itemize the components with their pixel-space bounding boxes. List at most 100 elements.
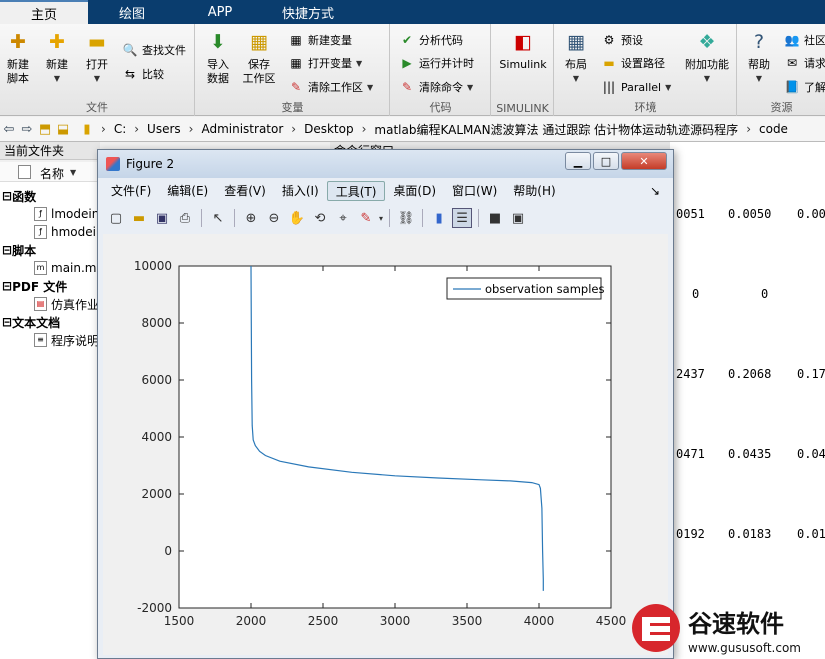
zoom-in-icon[interactable]: ⊕ [241, 208, 261, 228]
maximize-button[interactable]: □ [593, 152, 619, 170]
pan-hand-icon[interactable]: ✋ [287, 208, 307, 228]
breadcrumb-code[interactable]: code [756, 122, 791, 136]
breadcrumb-administrator[interactable]: Administrator [198, 122, 286, 136]
open-file-icon[interactable]: ▬ [129, 208, 149, 228]
show-plot-tools-icon[interactable]: ▣ [508, 208, 528, 228]
sort-down-icon[interactable]: ▼ [70, 168, 76, 177]
parallel-icon: ||| [602, 80, 616, 94]
figure-window[interactable]: Figure 2 ▁ □ ✕ 文件(F) 编辑(E) 查看(V) 插入(I) 工… [97, 149, 674, 659]
pointer-icon[interactable]: ↖ [208, 208, 228, 228]
list-item[interactable]: ▤ 仿真作业 [34, 295, 99, 313]
tab-apps[interactable]: APP [176, 0, 264, 24]
x-tick-label: 1500 [164, 614, 195, 628]
forward-arrow-icon[interactable]: ⇨ [18, 122, 36, 137]
link-plot-icon[interactable]: ⛓ [396, 208, 416, 228]
figure-titlebar[interactable]: Figure 2 ▁ □ ✕ [98, 150, 673, 178]
find-files-button[interactable]: 🔍 查找文件 [122, 42, 186, 58]
dock-arrow-icon[interactable]: ↘ [642, 181, 668, 201]
set-path-button[interactable]: ▬ 设置路径 [601, 55, 665, 71]
request-support-button[interactable]: ✉ 请求 [784, 55, 825, 71]
simulink-button[interactable]: ◧ Simulink [498, 30, 548, 72]
category-text-docs[interactable]: ⊟ 文本文档 [2, 313, 60, 331]
parallel-button[interactable]: ||| Parallel ▼ [601, 79, 671, 95]
legend-icon[interactable]: ☰ [452, 208, 473, 228]
clear-workspace-button[interactable]: ✎ 清除工作区 ▼ [288, 79, 373, 95]
menu-desktop[interactable]: 桌面(D) [385, 181, 444, 201]
collapse-icon[interactable]: ⊟ [2, 279, 12, 293]
layout-button[interactable]: ▦ 布局 ▼ [561, 30, 591, 86]
close-icon: ✕ [639, 154, 649, 168]
category-scripts[interactable]: ⊟ 脚本 [2, 241, 36, 259]
back-arrow-icon[interactable]: ⇦ [0, 122, 18, 137]
x-tick-label: 2000 [236, 614, 267, 628]
menu-help[interactable]: 帮助(H) [505, 181, 563, 201]
line-chart[interactable]: 1500 2000 2500 3000 3500 4000 4500 -2000 0 2000 40… [103, 234, 668, 655]
category-functions[interactable]: ⊟ 函数 [2, 187, 36, 205]
clear-commands-button[interactable]: ✎ 清除命令 ▼ [399, 79, 473, 95]
up-folder-icon[interactable]: ⬒ [36, 122, 54, 137]
new-variable-icon: ▦ [290, 33, 302, 47]
colorbar-icon[interactable]: ▮ [429, 208, 449, 228]
import-data-button[interactable]: ⬇ 导入 数据 [202, 30, 234, 86]
print-icon[interactable]: ⎙ [175, 208, 195, 228]
data-cursor-icon[interactable]: ⌖ [333, 208, 353, 228]
close-button[interactable]: ✕ [621, 152, 667, 170]
list-item[interactable]: ƒ hmodei [34, 223, 96, 241]
collapse-icon[interactable]: ⊟ [2, 189, 12, 203]
brush-icon[interactable]: ✎ [356, 208, 376, 228]
menu-window[interactable]: 窗口(W) [444, 181, 505, 201]
minimize-button[interactable]: ▁ [565, 152, 591, 170]
hide-plot-tools-icon[interactable]: ■ [485, 208, 505, 228]
menu-file[interactable]: 文件(F) [103, 181, 159, 201]
folder-icon: ▮ [83, 121, 91, 137]
community-button[interactable]: 👥 社区 [784, 32, 825, 48]
breadcrumb-project[interactable]: matlab编程KALMAN滤波算法 通过跟踪 估计物体运动轨迹源码程序 [371, 121, 741, 138]
category-pdf[interactable]: ⊟ PDF 文件 [2, 277, 67, 295]
chevron-down-icon: ▼ [703, 74, 711, 83]
chevron-down-icon: ▼ [467, 82, 474, 92]
tab-plots[interactable]: 绘图 [88, 0, 176, 24]
collapse-icon[interactable]: ⊟ [2, 315, 12, 329]
menu-insert[interactable]: 插入(I) [274, 181, 327, 201]
new-script-button[interactable]: ✚ 新建 脚本 [4, 30, 32, 86]
chevron-down-icon[interactable]: ▾ [379, 214, 383, 223]
menu-view[interactable]: 查看(V) [216, 181, 274, 201]
toolbar-separator [389, 209, 391, 227]
new-variable-button[interactable]: ▦ 新建变量 [288, 32, 352, 48]
run-and-time-button[interactable]: ▶ 运行并计时 [399, 55, 474, 71]
address-bar[interactable]: ⇦ ⇨ ⬒ ⬓ ▮ › C: › Users › Administrator › De… [0, 117, 825, 142]
menu-tools[interactable]: 工具(T) [326, 181, 386, 201]
breadcrumb-drive[interactable]: C: [111, 122, 129, 136]
list-item[interactable]: m main.m [34, 259, 97, 277]
chevron-down-icon: ▼ [665, 82, 672, 92]
zoom-out-icon[interactable]: ⊖ [264, 208, 284, 228]
tab-home[interactable]: 主页 [0, 0, 88, 24]
learn-button[interactable]: 📘 了解 [784, 79, 825, 95]
list-item[interactable]: ≡ 程序说明 [34, 331, 99, 349]
rotate-3d-icon[interactable]: ⟲ [310, 208, 330, 228]
tab-shortcuts[interactable]: 快捷方式 [264, 0, 352, 24]
help-button[interactable]: ? 帮助 ▼ [742, 30, 776, 86]
breadcrumb-users[interactable]: Users [144, 122, 184, 136]
breadcrumb-desktop[interactable]: Desktop [301, 122, 357, 136]
save-icon[interactable]: ▣ [152, 208, 172, 228]
new-figure-icon[interactable]: ▢ [106, 208, 126, 228]
collapse-icon[interactable]: ⊟ [2, 243, 12, 257]
addons-icon: ❖ [698, 31, 716, 53]
addons-button[interactable]: ❖ 附加功能 ▼ [683, 30, 731, 86]
browse-folder-icon[interactable]: ⬓ [54, 122, 72, 137]
current-folder-title: 当前文件夹 [0, 142, 100, 160]
save-workspace-button[interactable]: ▦ 保存 工作区 [240, 30, 278, 86]
analyze-code-button[interactable]: ✔ 分析代码 [399, 32, 463, 48]
environment-group: ▦ 布局 ▼ ⚙ 预设 ▬ 设置路径 ||| Parallel ▼ ❖ 附加功能 ▼ 环境 [555, 24, 737, 116]
new-button[interactable]: ✚ 新建 ▼ [42, 30, 72, 86]
open-button[interactable]: ▬ 打开 ▼ [82, 30, 112, 86]
x-tick-label: 2500 [308, 614, 339, 628]
preferences-button[interactable]: ⚙ 预设 [601, 32, 643, 48]
menu-edit[interactable]: 编辑(E) [159, 181, 216, 201]
open-variable-button[interactable]: ▦ 打开变量 ▼ [288, 55, 362, 71]
name-column-header[interactable]: 名称 [40, 165, 64, 182]
path-separator-icon: › [361, 122, 367, 136]
list-item[interactable]: ƒ lmodein [34, 205, 99, 223]
compare-button[interactable]: ⇆ 比较 [122, 66, 164, 82]
